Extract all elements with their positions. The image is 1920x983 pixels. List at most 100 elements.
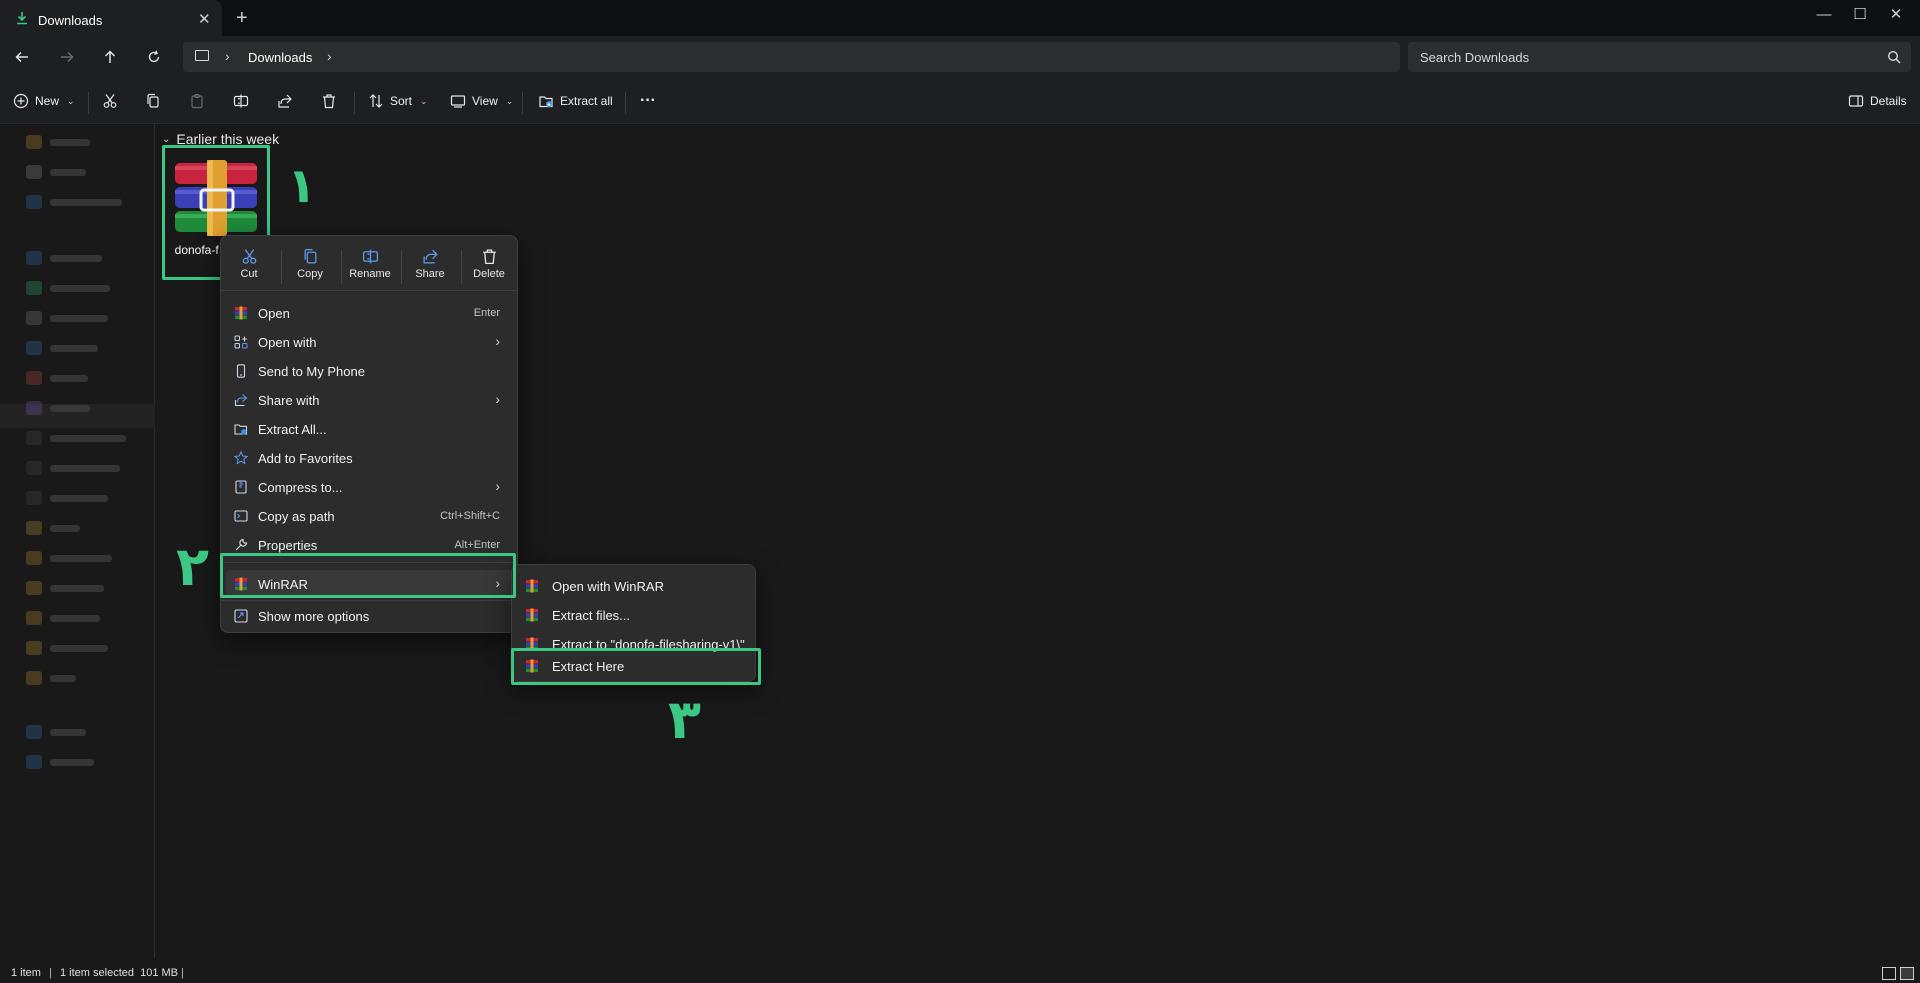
details-label: Details xyxy=(1870,94,1907,108)
search-icon[interactable] xyxy=(1887,50,1901,64)
breadcrumb-chevron-icon[interactable]: › xyxy=(327,48,332,64)
sort-label: Sort xyxy=(390,94,413,108)
tab-downloads[interactable]: Downloads ✕ xyxy=(0,0,222,36)
delete-button[interactable] xyxy=(321,90,337,112)
address-bar[interactable]: › Downloads › xyxy=(183,42,1400,72)
download-icon xyxy=(17,12,27,25)
close-window-button[interactable]: ✕ xyxy=(1885,4,1907,26)
share-button[interactable] xyxy=(277,90,293,112)
menu-item-show-more-options[interactable]: Show more options xyxy=(226,602,512,630)
this-pc-icon xyxy=(26,725,42,739)
menu-item-shortcut: Alt+Enter xyxy=(454,539,500,551)
rename-icon xyxy=(362,249,378,264)
copy-button[interactable] xyxy=(145,90,161,112)
menu-item-label: Extract All... xyxy=(258,422,327,437)
chevron-down-icon: ⌄ xyxy=(420,95,428,106)
tiles-view-icon[interactable] xyxy=(1900,967,1914,980)
sidebar-item[interactable] xyxy=(26,370,88,386)
sidebar-item[interactable] xyxy=(26,340,98,356)
sidebar-item[interactable] xyxy=(26,310,108,326)
documents-icon xyxy=(26,311,42,325)
quick-action-delete[interactable]: Delete xyxy=(461,244,517,290)
sidebar-item-label xyxy=(50,374,88,382)
sidebar-item-label xyxy=(50,254,102,262)
view-button[interactable]: View ⌄ xyxy=(450,90,513,112)
download-icon xyxy=(26,281,42,295)
minimize-button[interactable]: — xyxy=(1813,4,1835,26)
new-tab-button[interactable]: + xyxy=(236,7,248,30)
extract-here-highlight-box xyxy=(511,648,761,685)
quick-action-cut[interactable]: Cut xyxy=(221,244,277,290)
sidebar-item[interactable] xyxy=(26,670,76,686)
sidebar-item[interactable] xyxy=(26,724,86,740)
chevron-right-icon: › xyxy=(495,333,500,349)
trash-icon xyxy=(482,249,496,265)
menu-item-label: Send to My Phone xyxy=(258,364,365,379)
sidebar-item[interactable] xyxy=(26,754,94,770)
extract-all-label: Extract all xyxy=(560,94,613,108)
open-with-icon xyxy=(234,335,248,349)
sidebar-item[interactable] xyxy=(26,400,90,416)
divider xyxy=(221,290,517,291)
search-box[interactable] xyxy=(1408,42,1911,72)
chevron-down-icon: ⌄ xyxy=(505,95,514,106)
menu-item-extract-all[interactable]: Extract All... xyxy=(226,415,512,443)
maximize-button[interactable]: ☐ xyxy=(1849,4,1871,26)
sidebar-item[interactable] xyxy=(26,134,90,150)
rename-button[interactable] xyxy=(233,90,249,112)
chevron-down-icon[interactable]: ⌄ xyxy=(162,134,170,145)
menu-item-share-with[interactable]: Share with › xyxy=(226,386,512,414)
sidebar-item[interactable] xyxy=(26,194,122,210)
sidebar-item[interactable] xyxy=(26,640,108,656)
sidebar-item-label xyxy=(50,198,122,206)
refresh-button[interactable] xyxy=(142,45,166,69)
breadcrumb-downloads[interactable]: Downloads xyxy=(248,50,312,65)
extract-all-button[interactable]: Extract all xyxy=(538,90,613,112)
paste-button[interactable] xyxy=(189,90,205,112)
details-button[interactable]: Details xyxy=(1848,90,1907,112)
menu-item-add-to-favorites[interactable]: Add to Favorites xyxy=(226,444,512,472)
up-button[interactable] xyxy=(98,45,122,69)
tab-close-icon[interactable]: ✕ xyxy=(198,10,211,28)
sidebar-item-label xyxy=(50,728,86,736)
divider xyxy=(221,600,517,601)
copy-icon xyxy=(304,248,316,264)
navigation-pane[interactable] xyxy=(0,124,155,958)
menu-item-copy-as-path[interactable]: Copy as path Ctrl+Shift+C xyxy=(226,502,512,530)
sidebar-item-label xyxy=(50,554,112,562)
submenu-item-open-with-winrar[interactable]: Open with WinRAR xyxy=(517,572,750,600)
sidebar-item-label xyxy=(50,758,94,766)
sidebar-item[interactable] xyxy=(26,460,120,476)
sidebar-item[interactable] xyxy=(26,250,102,266)
sort-button[interactable]: Sort ⌄ xyxy=(368,90,428,112)
menu-item-compress-to[interactable]: Compress to... › xyxy=(226,473,512,501)
submenu-item-extract-files[interactable]: Extract files... xyxy=(517,601,750,629)
new-button[interactable]: New ⌄ xyxy=(13,90,75,112)
sort-icon xyxy=(369,94,383,108)
cut-button[interactable] xyxy=(102,90,118,112)
menu-item-open-with[interactable]: Open with › xyxy=(226,328,512,356)
details-view-icon[interactable] xyxy=(1882,967,1896,980)
winrar-archive-icon xyxy=(175,160,257,236)
forward-button[interactable] xyxy=(55,45,79,69)
quick-action-label: Cut xyxy=(240,268,258,280)
sidebar-item[interactable] xyxy=(26,610,100,626)
extract-icon xyxy=(234,424,248,435)
quick-action-rename[interactable]: Rename xyxy=(342,244,398,290)
sidebar-item[interactable] xyxy=(26,520,80,536)
sidebar-item[interactable] xyxy=(26,580,104,596)
winrar-icon xyxy=(526,608,538,622)
sidebar-item[interactable] xyxy=(26,164,86,180)
menu-item-send-to-phone[interactable]: Send to My Phone xyxy=(226,357,512,385)
sidebar-item[interactable] xyxy=(26,550,112,566)
more-options-icon xyxy=(234,609,248,623)
quick-action-share[interactable]: Share xyxy=(402,244,458,290)
more-options-button[interactable]: ··· xyxy=(640,90,656,112)
quick-action-copy[interactable]: Copy xyxy=(282,244,338,290)
menu-item-open[interactable]: Open Enter xyxy=(226,299,512,327)
search-input[interactable] xyxy=(1408,42,1878,72)
back-button[interactable] xyxy=(10,45,34,69)
sidebar-item[interactable] xyxy=(26,280,110,296)
sidebar-item[interactable] xyxy=(26,430,126,446)
sidebar-item[interactable] xyxy=(26,490,108,506)
